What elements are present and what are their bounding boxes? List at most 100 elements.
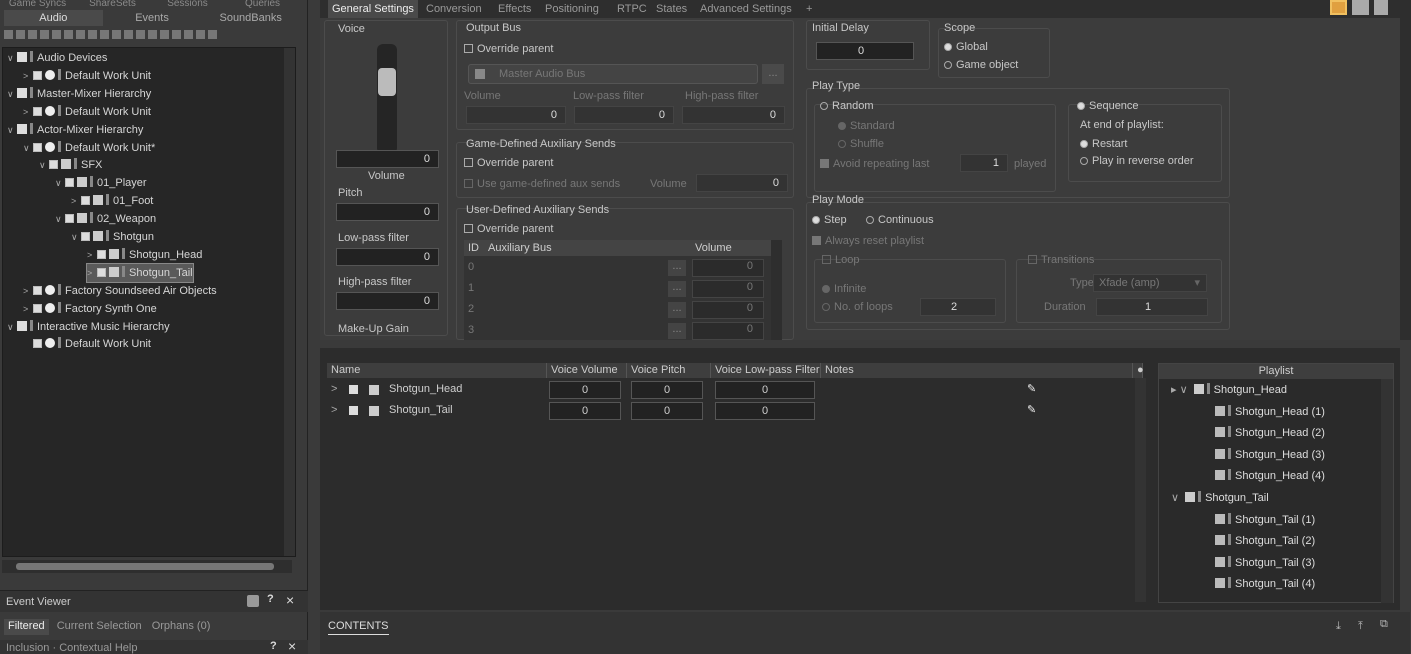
expand-chevron-icon[interactable]: > [23,103,33,121]
tab-soundbanks[interactable]: SoundBanks [201,10,300,26]
radio[interactable] [822,285,830,293]
work-unit-icon[interactable] [28,30,37,39]
expand-chevron-icon[interactable]: ∨ [7,49,17,67]
tab-filtered[interactable]: Filtered [4,619,49,635]
voice-lpf-field[interactable]: 0 [715,402,815,420]
float-window-icon[interactable]: ⧉ [1380,618,1388,631]
actor-mixer-icon[interactable] [40,30,49,39]
tree-vertical-scrollbar[interactable] [284,48,295,556]
scroll-thumb[interactable] [16,563,274,570]
checkbox[interactable] [812,236,821,245]
playlist-item[interactable]: ▸ ∨ Shotgun_Head [1171,380,1287,401]
scope-game-object[interactable]: Game object [944,59,1018,71]
type-dropdown[interactable]: Xfade (amp) ▾ [1093,274,1207,292]
output-override[interactable]: Override parent [464,43,553,55]
blend-container-icon[interactable] [88,30,97,39]
expand-chevron-icon[interactable]: ∨ [7,318,17,336]
tab-queries[interactable]: Queries [225,0,300,10]
tree-item[interactable]: Default Work Unit [23,335,151,353]
browse-button[interactable]: ... [762,64,784,84]
radio[interactable] [820,102,828,110]
playlist-item[interactable]: Shotgun_Head (4) [1215,466,1325,487]
tab-general-settings[interactable]: General Settings [328,0,418,18]
playlist-item[interactable]: Shotgun_Head (2) [1215,423,1325,444]
tree-item[interactable]: ∨ 01_Player [55,174,147,192]
scope-global[interactable]: Global [944,41,988,53]
checkbox[interactable] [464,179,473,188]
folder-icon[interactable] [16,30,25,39]
tab-states[interactable]: States [656,0,687,18]
browse-button[interactable]: ... [668,281,686,297]
tab-rtpc[interactable]: RTPC [617,0,647,18]
random-container-icon[interactable] [52,30,61,39]
tree-item[interactable]: > Factory Synth One [23,300,157,318]
checkbox-icon[interactable] [33,285,42,295]
col-voice-pitch[interactable]: Voice Pitch [627,363,711,378]
expand-chevron-icon[interactable]: > [71,192,81,210]
checkbox[interactable] [464,158,473,167]
tree-item[interactable]: > Default Work Unit [23,103,151,121]
tab-positioning[interactable]: Positioning [545,0,599,18]
checkbox[interactable] [464,224,473,233]
initial-delay-field[interactable]: 0 [816,42,914,60]
radio[interactable] [838,140,846,148]
playlist-item[interactable]: Shotgun_Head (3) [1215,445,1325,466]
tree-item[interactable]: ∨ 02_Weapon [55,210,156,228]
tree-item[interactable]: ∨ SFX [39,156,102,174]
checkbox-icon[interactable] [49,160,58,170]
checkbox-icon[interactable] [33,339,42,349]
output-bus-field[interactable]: Master Audio Bus [468,64,758,84]
col-voice-lpf[interactable]: Voice Low-pass Filter [711,363,821,378]
tree-item[interactable]: >01_Foot [71,192,153,210]
help-icon[interactable]: ? [267,593,274,605]
layout-single-icon[interactable] [1330,0,1347,15]
avoid-count-field[interactable]: 1 [960,154,1008,172]
checkbox-icon[interactable] [81,196,90,206]
checkbox-icon[interactable] [65,214,74,224]
checkbox-icon[interactable] [97,267,106,277]
expand-chevron-icon[interactable]: > [23,282,33,300]
expand-chevron-icon[interactable]: ∨ [7,121,17,139]
aux-row[interactable]: 1... 0 [464,279,769,299]
aux-volume-field[interactable]: 0 [692,322,764,340]
radio[interactable] [1080,140,1088,148]
tab-sessions[interactable]: Sessions [150,0,225,10]
expand-chevron-icon[interactable]: ∨ [39,156,49,174]
close-icon[interactable]: × [286,592,294,608]
tree-item[interactable]: > Shotgun_Tail [86,262,194,283]
tree-item[interactable]: ∨ Interactive Music Hierarchy [7,318,170,336]
expand-chevron-icon[interactable]: ∨ [55,174,65,192]
avoid-repeating[interactable]: Avoid repeating last [820,158,929,170]
playlist-item[interactable]: ∨ Shotgun_Tail [1171,488,1269,509]
voice-pitch-field[interactable]: 0 [631,381,703,399]
tree-item[interactable]: ∨ Default Work Unit* [23,139,155,157]
playlist-item[interactable]: Shotgun_Tail (2) [1215,531,1315,552]
radio[interactable] [866,216,874,224]
voice-pitch-field[interactable]: 0 [631,402,703,420]
tree-item[interactable]: ∨ Master-Mixer Hierarchy [7,85,151,103]
tab-current-selection[interactable]: Current Selection [55,619,144,635]
bus-volume-field[interactable]: 0 [466,106,566,124]
tab-add[interactable]: + [806,0,812,18]
tab-effects[interactable]: Effects [498,0,531,18]
sequence-option[interactable]: Sequence [1077,100,1139,112]
power-icon[interactable] [4,30,13,39]
playlist-scrollbar[interactable] [1381,379,1393,603]
radio[interactable] [1080,157,1088,165]
sequence-container-icon[interactable] [64,30,73,39]
radio[interactable] [822,303,830,311]
voice-volume-field[interactable]: 0 [549,381,621,399]
help-icon-2[interactable]: ? [270,640,277,652]
edit-notes-icon[interactable]: ✎ [1027,403,1036,416]
expand-chevron-icon[interactable]: > [23,300,33,318]
expand-chevron-icon[interactable]: ∨ [7,85,17,103]
layout-split-icon[interactable] [1352,0,1369,15]
transitions-checkbox[interactable]: Transitions [1028,254,1094,266]
infinite-option[interactable]: Infinite [822,283,866,295]
step-option[interactable]: Step [812,214,847,226]
music-icon[interactable] [124,30,133,39]
radio[interactable] [838,122,846,130]
tab-conversion[interactable]: Conversion [426,0,482,18]
edit-notes-icon[interactable]: ✎ [1027,382,1036,395]
aux-volume-field[interactable]: 0 [692,280,764,298]
